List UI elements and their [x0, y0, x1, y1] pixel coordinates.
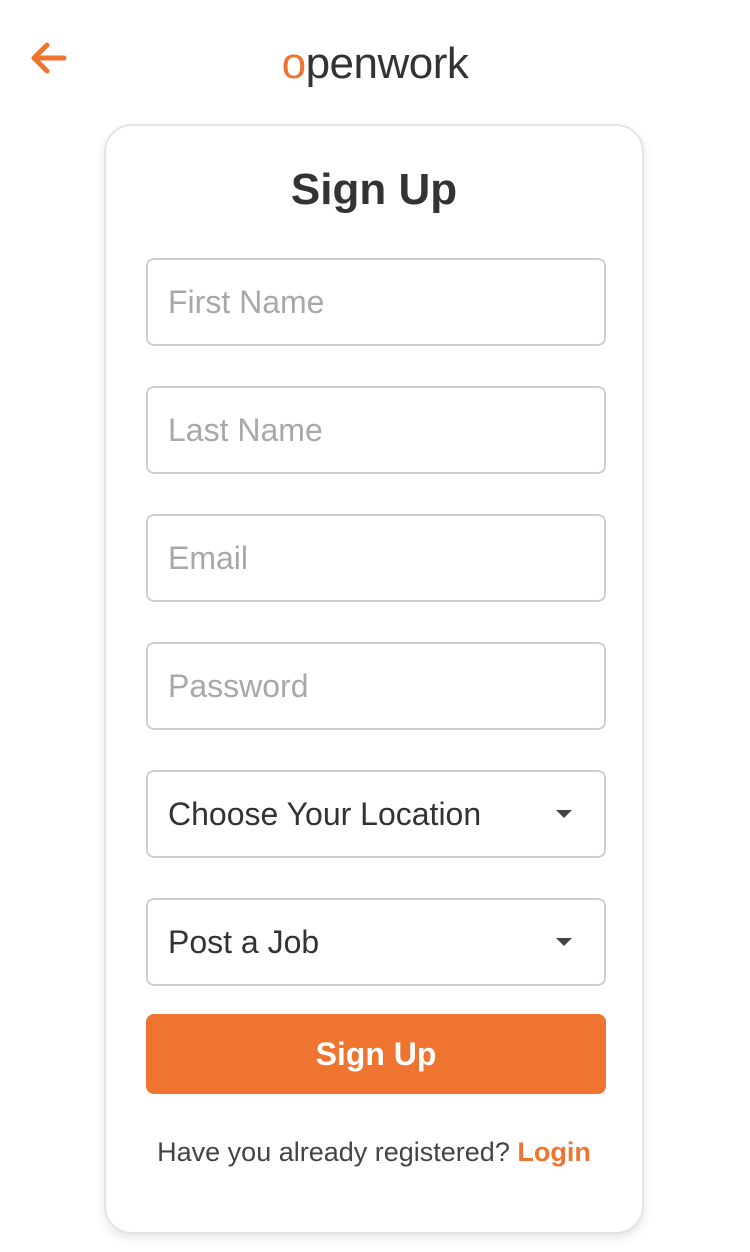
email-field[interactable]: [146, 514, 606, 602]
role-select[interactable]: Post a Job: [146, 898, 606, 986]
password-input[interactable]: [168, 667, 584, 705]
password-field[interactable]: [146, 642, 606, 730]
first-name-field[interactable]: [146, 258, 606, 346]
page-title: Sign Up: [290, 165, 458, 214]
first-name-input[interactable]: [168, 283, 584, 321]
signup-card: Sign Up Choose Your Location Post a Job …: [104, 124, 644, 1234]
signup-button[interactable]: Sign Up: [146, 1014, 606, 1094]
login-prompt-text: Have you already registered?: [157, 1137, 510, 1167]
location-select-value: Choose Your Location: [168, 795, 482, 832]
role-select-value: Post a Job: [168, 923, 320, 960]
email-input[interactable]: [168, 539, 584, 577]
login-link[interactable]: Login: [517, 1137, 590, 1167]
caret-down-icon: [556, 810, 572, 818]
signup-page: openwork Sign Up Choose Your Location Po…: [0, 0, 750, 1252]
last-name-input[interactable]: [168, 411, 584, 449]
openwork-logo: openwork: [281, 39, 469, 88]
caret-down-icon: [556, 938, 572, 946]
last-name-field[interactable]: [146, 386, 606, 474]
login-prompt: Have you already registered? Login: [106, 1132, 642, 1172]
location-select[interactable]: Choose Your Location: [146, 770, 606, 858]
